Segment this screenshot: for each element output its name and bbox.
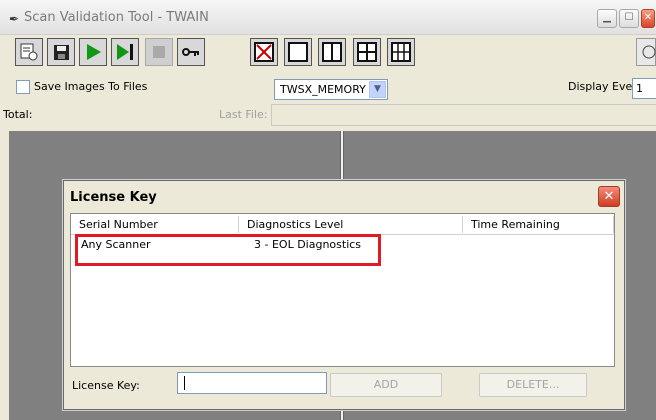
play-button[interactable] <box>79 38 107 66</box>
status-row: Total: Last File: <box>0 104 656 126</box>
license-key-input[interactable] <box>177 372 327 394</box>
memory-mode-select[interactable]: TWSX_MEMORY ▼ <box>274 79 388 100</box>
no-view-button[interactable] <box>250 38 278 66</box>
save-button[interactable] <box>47 38 75 66</box>
license-key-dialog: License Key ✕ Serial Number Diagnostics … <box>63 180 625 410</box>
single-view-icon <box>288 42 308 62</box>
minimize-button[interactable]: ▁ <box>597 9 617 28</box>
title-bar: ✒ Scan Validation Tool - TWAIN ▁ ☐ ✕ <box>0 0 656 35</box>
multi-view-button[interactable] <box>387 38 415 66</box>
toolbar <box>0 34 656 74</box>
add-button[interactable]: ADD <box>330 373 442 397</box>
no-view-icon <box>254 42 274 62</box>
save-icon <box>54 45 69 60</box>
window-title: Scan Validation Tool - TWAIN <box>24 10 209 25</box>
column-header-serial[interactable]: Serial Number <box>71 216 239 233</box>
stop-button[interactable] <box>145 38 173 66</box>
column-header-level[interactable]: Diagnostics Level <box>239 216 463 233</box>
dual-view-icon <box>322 42 342 62</box>
single-view-button[interactable] <box>284 38 312 66</box>
multi-view-icon <box>391 42 411 62</box>
close-icon[interactable]: ✕ <box>598 186 620 207</box>
memory-mode-value: TWSX_MEMORY <box>280 83 366 96</box>
license-list[interactable]: Serial Number Diagnostics Level Time Rem… <box>70 213 615 367</box>
display-every-input[interactable]: 1 <box>632 78 656 99</box>
properties-button[interactable] <box>15 38 43 66</box>
stop-icon <box>153 46 165 58</box>
dialog-title: License Key <box>70 190 157 205</box>
pen-icon: ✒ <box>9 12 20 26</box>
help-button[interactable] <box>636 38 656 66</box>
quad-view-button[interactable] <box>353 38 381 66</box>
last-file-label: Last File: <box>219 108 268 121</box>
text-caret <box>184 376 185 390</box>
license-key-button[interactable] <box>177 38 205 66</box>
dual-view-button[interactable] <box>318 38 346 66</box>
play-icon <box>87 44 101 60</box>
save-images-checkbox[interactable] <box>16 80 30 94</box>
quad-view-icon <box>357 42 377 62</box>
help-icon <box>642 45 656 59</box>
chevron-down-icon[interactable]: ▼ <box>369 81 386 98</box>
delete-button[interactable]: DELETE... <box>479 373 587 397</box>
close-button[interactable]: ✕ <box>641 9 655 28</box>
save-images-label: Save Images To Files <box>34 80 148 93</box>
last-file-field <box>271 104 656 126</box>
options-row: Save Images To Files TWSX_MEMORY ▼ Displ… <box>0 76 656 100</box>
maximize-button[interactable]: ☐ <box>619 9 639 28</box>
license-key-label: License Key: <box>72 379 140 392</box>
total-label: Total: <box>3 108 33 121</box>
step-icon <box>117 44 133 60</box>
step-button[interactable] <box>111 38 139 66</box>
properties-icon <box>20 43 38 61</box>
highlight-box <box>75 234 381 266</box>
column-header-time[interactable]: Time Remaining <box>463 216 614 233</box>
key-icon <box>182 48 199 56</box>
